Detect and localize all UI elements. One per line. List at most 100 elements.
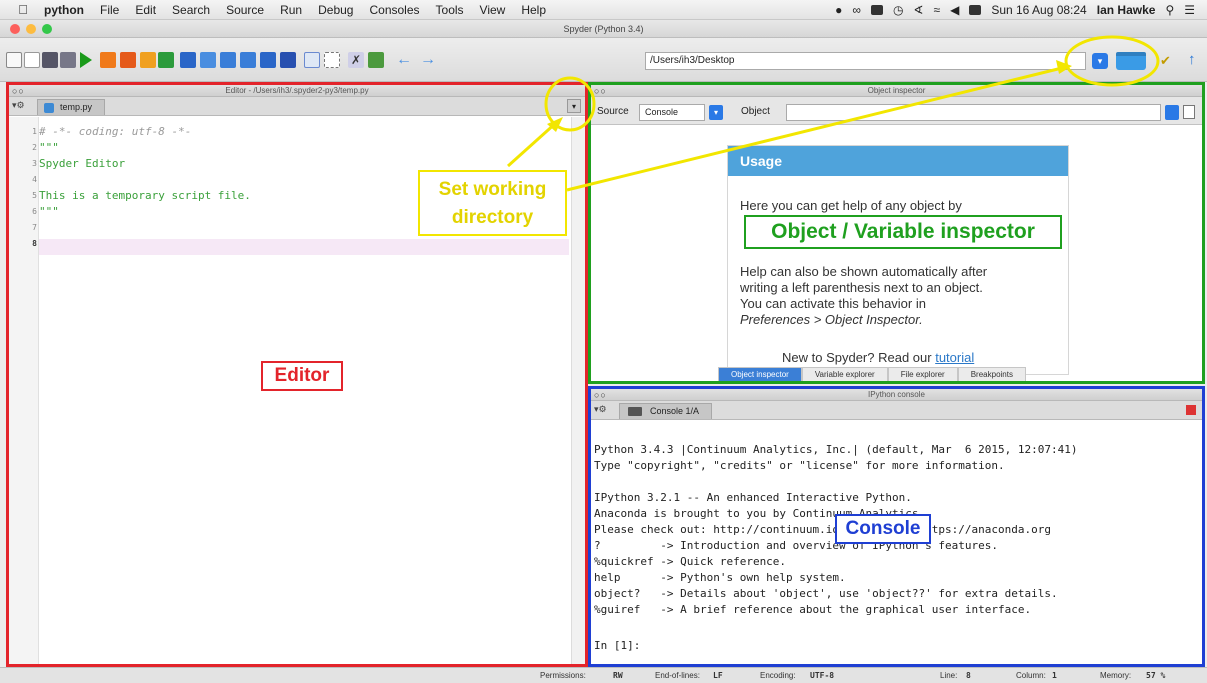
run-cell-advance-icon[interactable] — [120, 52, 136, 68]
object-dropdown-icon[interactable] — [1165, 105, 1179, 120]
parent-directory-icon[interactable]: ↑ — [1188, 51, 1196, 68]
maximize-pane-icon[interactable] — [304, 52, 320, 68]
pane-controls-icon[interactable]: ○○ — [594, 389, 607, 401]
step-return-icon[interactable] — [240, 52, 256, 68]
set-working-directory-callout: Set working directory — [418, 170, 567, 236]
menubar:  python File Edit Search Source Run Deb… — [0, 0, 1207, 20]
menu-view[interactable]: View — [480, 3, 506, 17]
code-line[interactable]: Spyder Editor — [39, 157, 125, 170]
set-directory-icon[interactable]: ✔ — [1160, 53, 1171, 69]
save-icon[interactable] — [42, 52, 58, 68]
current-line-highlight — [39, 239, 569, 255]
line-number: 5 — [32, 191, 37, 200]
apple-icon[interactable]:  — [16, 2, 30, 17]
back-arrow-icon[interactable]: ← — [396, 52, 412, 68]
python-path-icon[interactable] — [368, 52, 384, 68]
editor-options-icon[interactable]: ▾ — [567, 99, 581, 113]
line-label: Line: — [940, 671, 958, 680]
menu-app-name[interactable]: python — [44, 3, 84, 17]
kill-kernel-icon[interactable] — [1186, 405, 1196, 415]
browse-tabs-icon[interactable]: ▾⚙ — [594, 404, 607, 415]
spotlight-search-icon[interactable]: ⚲ — [1165, 3, 1174, 17]
pane-controls-icon[interactable]: ○○ — [12, 85, 25, 97]
editor-tab-temp-py[interactable]: temp.py — [37, 99, 106, 115]
clock-text[interactable]: Sun 16 Aug 08:24 — [991, 3, 1086, 17]
menu-source[interactable]: Source — [226, 3, 264, 17]
lock-icon[interactable] — [1183, 105, 1195, 119]
browse-folder-icon[interactable] — [1116, 52, 1146, 70]
forward-arrow-icon[interactable]: → — [420, 52, 436, 68]
usage-text: Here you can get help of any object by — [740, 198, 962, 213]
wifi-icon[interactable]: ≈ — [933, 3, 940, 17]
editor-annotation-label: Editor — [261, 361, 343, 391]
run-icon[interactable] — [80, 52, 92, 68]
column-label: Column: — [1016, 671, 1046, 680]
menu-tools[interactable]: Tools — [436, 3, 464, 17]
code-line[interactable]: # -*- coding: utf-8 -*- — [39, 125, 191, 138]
open-file-icon[interactable] — [24, 52, 40, 68]
console-line: help -> Python's own help system. — [594, 571, 846, 584]
tutorial-prefix: New to Spyder? Read our — [782, 350, 936, 365]
user-name[interactable]: Ian Hawke — [1097, 3, 1156, 17]
object-input[interactable] — [786, 104, 1161, 121]
source-select[interactable]: Console — [639, 104, 705, 121]
line-number: 4 — [32, 175, 37, 184]
console-prompt[interactable]: In [1]: — [594, 639, 640, 652]
debug-icon[interactable] — [180, 52, 196, 68]
inspector-title-label: Object inspector — [867, 86, 926, 95]
minimize-window-button[interactable] — [26, 24, 36, 34]
tray-record-icon[interactable]: ● — [835, 3, 842, 17]
close-window-button[interactable] — [10, 24, 20, 34]
pane-controls-icon[interactable]: ○○ — [594, 85, 607, 97]
preferences-icon[interactable]: ✗ — [348, 52, 364, 68]
bluetooth-icon[interactable]: ∢ — [913, 3, 923, 17]
usage-text: writing a left parenthesis next to an ob… — [740, 280, 983, 295]
save-all-icon[interactable] — [60, 52, 76, 68]
tab-variable-explorer[interactable]: Variable explorer — [801, 367, 888, 381]
menu-edit[interactable]: Edit — [135, 3, 156, 17]
code-line[interactable]: """ — [39, 205, 59, 218]
editor-path-label: Editor - /Users/ih3/.spyder2-py3/temp.py — [225, 86, 369, 95]
code-line[interactable]: This is a temporary script file. — [39, 189, 251, 202]
tab-breakpoints[interactable]: Breakpoints — [957, 367, 1026, 381]
object-label: Object — [741, 106, 770, 117]
tray-display-icon[interactable] — [870, 4, 883, 15]
battery-icon[interactable] — [969, 4, 982, 15]
console-line: ? -> Introduction and overview of IPytho… — [594, 539, 998, 552]
menu-file[interactable]: File — [100, 3, 119, 17]
menu-consoles[interactable]: Consoles — [369, 3, 419, 17]
fullscreen-icon[interactable] — [324, 52, 340, 68]
browse-tabs-icon[interactable]: ▾⚙ — [12, 100, 25, 111]
menu-search[interactable]: Search — [172, 3, 210, 17]
step-icon[interactable] — [200, 52, 216, 68]
stop-debug-icon[interactable] — [280, 52, 296, 68]
console-tab[interactable]: Console 1/A — [619, 403, 713, 419]
run-selection-icon[interactable] — [140, 52, 156, 68]
line-number: 6 — [32, 207, 37, 216]
tab-object-inspector[interactable]: Object inspector — [718, 367, 802, 381]
editor-vertical-scrollbar[interactable] — [571, 117, 585, 664]
code-line[interactable]: """ — [39, 141, 59, 154]
menu-help[interactable]: Help — [521, 3, 546, 17]
tab-file-explorer[interactable]: File explorer — [887, 367, 958, 381]
new-file-icon[interactable] — [6, 52, 22, 68]
notification-list-icon[interactable]: ☰ — [1184, 3, 1195, 17]
re-run-icon[interactable] — [158, 52, 174, 68]
menu-run[interactable]: Run — [280, 3, 302, 17]
editor-pane-title: ○○ Editor - /Users/ih3/.spyder2-py3/temp… — [9, 85, 585, 97]
zoom-window-button[interactable] — [42, 24, 52, 34]
time-machine-icon[interactable]: ◷ — [893, 3, 903, 17]
continue-icon[interactable] — [260, 52, 276, 68]
source-dropdown-icon[interactable]: ▾ — [709, 105, 723, 120]
working-directory-input[interactable]: /Users/ih3/Desktop — [645, 52, 1086, 70]
run-cell-icon[interactable] — [100, 52, 116, 68]
line-number: 7 — [32, 223, 37, 232]
volume-icon[interactable]: ◀ — [950, 3, 959, 17]
working-directory-dropdown-icon[interactable]: ▾ — [1092, 53, 1108, 69]
menu-debug[interactable]: Debug — [318, 3, 353, 17]
console-line: Type "copyright", "credits" or "license"… — [594, 459, 1005, 472]
tray-infinity-icon[interactable]: ∞ — [852, 3, 861, 17]
step-into-icon[interactable] — [220, 52, 236, 68]
permissions-value: RW — [613, 671, 623, 680]
tutorial-link[interactable]: tutorial — [935, 350, 974, 365]
